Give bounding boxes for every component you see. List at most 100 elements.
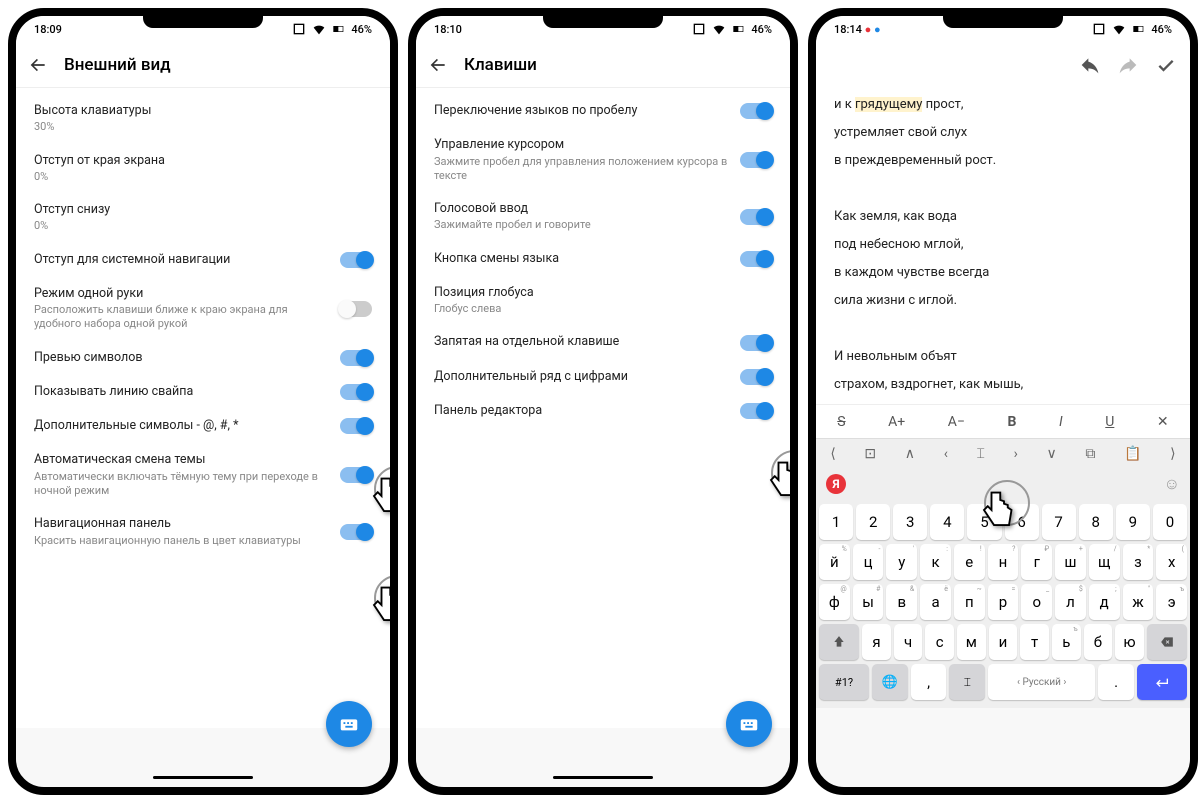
- key[interactable]: о_: [1021, 584, 1052, 620]
- underline-button[interactable]: U: [1105, 414, 1114, 430]
- space-key[interactable]: ‹ Русский ›: [988, 664, 1095, 700]
- toggle-switch[interactable]: [340, 301, 372, 317]
- setting-row[interactable]: Отступ снизу0%: [16, 193, 390, 243]
- key[interactable]: с: [925, 624, 954, 660]
- key[interactable]: ы#: [853, 584, 884, 620]
- settings-list[interactable]: Переключение языков по пробелуУправление…: [416, 88, 790, 728]
- toggle-switch[interactable]: [740, 152, 772, 168]
- nav-handle[interactable]: [553, 776, 653, 779]
- period-key[interactable]: .: [1098, 664, 1134, 700]
- setting-row[interactable]: Режим одной рукиРасположить клавиши ближ…: [16, 277, 390, 341]
- key[interactable]: х(: [1156, 544, 1187, 580]
- setting-row[interactable]: Позиция глобусаГлобус слева: [416, 276, 790, 326]
- bold-button[interactable]: B: [1008, 414, 1017, 430]
- key[interactable]: ш+: [1055, 544, 1086, 580]
- undo-icon[interactable]: [1080, 55, 1100, 75]
- key[interactable]: р=: [988, 584, 1019, 620]
- tool-down-icon[interactable]: ∨: [1046, 446, 1056, 462]
- setting-row[interactable]: Отступ от края экрана0%: [16, 144, 390, 194]
- italic-button[interactable]: I: [1059, 414, 1063, 430]
- key[interactable]: н?: [988, 544, 1019, 580]
- tool-paste-icon[interactable]: 📋: [1124, 446, 1141, 462]
- key[interactable]: м: [957, 624, 986, 660]
- key[interactable]: я: [862, 624, 891, 660]
- setting-row[interactable]: Запятая на отдельной клавише: [416, 325, 790, 359]
- setting-row[interactable]: Высота клавиатуры30%: [16, 94, 390, 144]
- key[interactable]: г₽: [1021, 544, 1052, 580]
- setting-row[interactable]: Показывать линию свайпа: [16, 375, 390, 409]
- setting-row[interactable]: Автоматическая смена темыАвтоматически в…: [16, 443, 390, 507]
- toggle-switch[interactable]: [340, 418, 372, 434]
- yandex-icon[interactable]: Я: [826, 474, 846, 494]
- key[interactable]: д;: [1089, 584, 1120, 620]
- toggle-switch[interactable]: [740, 103, 772, 119]
- toggle-switch[interactable]: [340, 524, 372, 540]
- setting-row[interactable]: Панель редактора: [416, 394, 790, 428]
- key[interactable]: т: [1020, 624, 1049, 660]
- tool-select-icon[interactable]: ⊡: [864, 446, 876, 462]
- emoji-icon[interactable]: ☺: [1164, 474, 1180, 494]
- key[interactable]: л$: [1055, 584, 1086, 620]
- enter-key[interactable]: [1137, 664, 1187, 700]
- key[interactable]: 1: [819, 504, 853, 540]
- keyboard[interactable]: 1234567890й%ц-у'к:е!н?г₽ш+щ/з*х(ф@ы#в&аё…: [816, 500, 1190, 708]
- key[interactable]: к:: [920, 544, 951, 580]
- tool-copy-icon[interactable]: ⧉: [1085, 446, 1095, 462]
- key[interactable]: е!: [954, 544, 985, 580]
- key[interactable]: б: [1084, 624, 1113, 660]
- tool-cursor-icon[interactable]: ⌶: [977, 446, 985, 462]
- globe-key[interactable]: 🌐: [872, 664, 908, 700]
- key[interactable]: ю: [1115, 624, 1144, 660]
- key[interactable]: 4: [930, 504, 964, 540]
- keyboard-fab[interactable]: [326, 701, 372, 747]
- toggle-switch[interactable]: [340, 384, 372, 400]
- setting-row[interactable]: Превью символов: [16, 341, 390, 375]
- setting-row[interactable]: Переключение языков по пробелу: [416, 94, 790, 128]
- back-arrow-icon[interactable]: [28, 55, 48, 75]
- key[interactable]: ф@: [819, 584, 850, 620]
- key[interactable]: й%: [819, 544, 850, 580]
- key[interactable]: в&: [886, 584, 917, 620]
- nav-handle[interactable]: [153, 776, 253, 779]
- settings-list[interactable]: Высота клавиатуры30%Отступ от края экран…: [16, 88, 390, 728]
- toggle-switch[interactable]: [740, 403, 772, 419]
- setting-row[interactable]: Кнопка смены языка: [416, 242, 790, 276]
- toggle-switch[interactable]: [340, 350, 372, 366]
- toggle-switch[interactable]: [740, 335, 772, 351]
- key[interactable]: 7: [1042, 504, 1076, 540]
- key[interactable]: ч: [894, 624, 923, 660]
- key[interactable]: 0: [1153, 504, 1187, 540]
- key[interactable]: ьъ: [1052, 624, 1081, 660]
- tool-right-icon[interactable]: ⟩: [1170, 446, 1175, 462]
- tool-fwd-icon[interactable]: ›: [1014, 446, 1018, 462]
- key[interactable]: у': [886, 544, 917, 580]
- toggle-switch[interactable]: [740, 251, 772, 267]
- check-icon[interactable]: [1156, 55, 1176, 75]
- key[interactable]: эъ: [1156, 584, 1187, 620]
- setting-row[interactable]: Дополнительный ряд с цифрами: [416, 360, 790, 394]
- numlock-key[interactable]: #1?: [819, 664, 869, 700]
- setting-row[interactable]: Навигационная панельКрасить навигационну…: [16, 507, 390, 557]
- toggle-switch[interactable]: [340, 252, 372, 268]
- toggle-switch[interactable]: [740, 209, 772, 225]
- shift-key[interactable]: [819, 624, 859, 660]
- key[interactable]: аё: [920, 584, 951, 620]
- key[interactable]: ц-: [853, 544, 884, 580]
- backspace-key[interactable]: [1147, 624, 1187, 660]
- key[interactable]: 8: [1079, 504, 1113, 540]
- key[interactable]: и: [989, 624, 1018, 660]
- key[interactable]: з*: [1123, 544, 1154, 580]
- tool-left-icon[interactable]: ⟨: [830, 446, 835, 462]
- font-decrease-button[interactable]: A−: [948, 414, 965, 430]
- comma-key[interactable]: ,: [911, 664, 947, 700]
- font-increase-button[interactable]: A+: [888, 414, 905, 430]
- toggle-switch[interactable]: [740, 369, 772, 385]
- key[interactable]: 3: [893, 504, 927, 540]
- strike-icon[interactable]: S: [837, 414, 845, 430]
- setting-row[interactable]: Отступ для системной навигации: [16, 243, 390, 277]
- key[interactable]: п~: [954, 584, 985, 620]
- key[interactable]: 2: [856, 504, 890, 540]
- redo-icon[interactable]: [1118, 55, 1138, 75]
- cursor-mode-key[interactable]: ⌶: [949, 664, 985, 700]
- key[interactable]: 9: [1116, 504, 1150, 540]
